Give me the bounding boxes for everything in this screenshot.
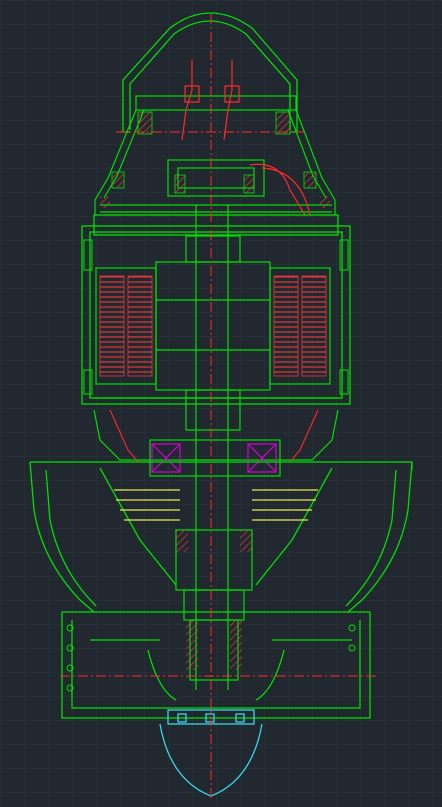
- cad-drawing-canvas[interactable]: [0, 0, 442, 807]
- cross-section-drawing: [0, 0, 442, 807]
